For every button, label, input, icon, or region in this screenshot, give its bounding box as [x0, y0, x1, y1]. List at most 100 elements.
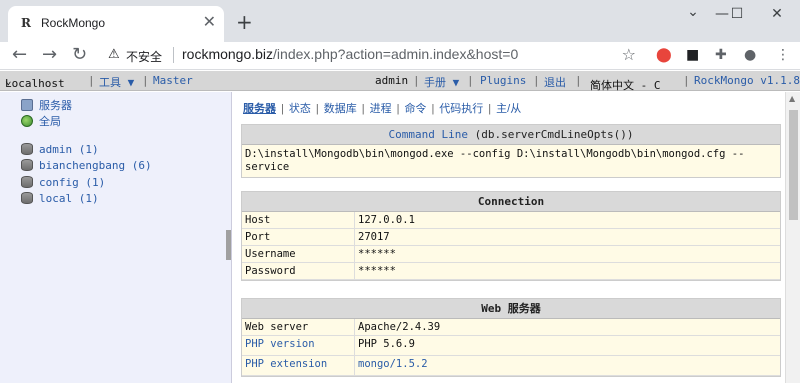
tab-status[interactable]: 状态 — [289, 103, 311, 115]
row-key: Host — [242, 212, 355, 228]
command-line-value: D:\install\Mongodb\bin\mongod.exe --conf… — [242, 145, 780, 177]
row-key: Web server — [242, 319, 355, 335]
database-icon — [21, 192, 33, 204]
reload-icon[interactable]: ↻ — [72, 45, 87, 65]
url-path: /index.php?action=admin.index&host=0 — [273, 46, 519, 62]
extension-icon[interactable]: ■ — [686, 46, 699, 64]
close-window-icon[interactable]: ✕ — [762, 6, 792, 26]
tab-replication[interactable]: 主/从 — [496, 103, 521, 115]
globe-icon — [21, 115, 33, 127]
mongo-extension-link[interactable]: mongo/1.5.2 — [355, 356, 780, 375]
tab-databases[interactable]: 数据库 — [324, 103, 357, 115]
row-key: Password — [242, 263, 355, 279]
puzzle-extensions-icon[interactable]: ✚ — [715, 46, 727, 64]
separator: | — [88, 74, 95, 87]
server-icon — [21, 99, 33, 111]
separator: | — [281, 103, 284, 115]
manual-menu[interactable]: 手册 ▼ — [424, 74, 459, 90]
scrollbar-thumb[interactable] — [789, 110, 798, 220]
maximize-icon[interactable]: ☐ — [722, 6, 752, 26]
tab-command[interactable]: 命令 — [404, 103, 426, 115]
warning-icon[interactable]: ⚠ — [108, 47, 120, 62]
separator: | — [142, 74, 149, 87]
separator: | — [467, 74, 474, 87]
row-key: Username — [242, 246, 355, 262]
location-extension-icon[interactable]: ⬤ — [656, 46, 672, 64]
database-icon — [21, 159, 33, 171]
sidebar-item-overview[interactable]: 全局 — [21, 113, 61, 128]
command-line-value-line: D:\install\Mongodb\bin\mongod.exe --conf… — [245, 148, 745, 160]
tools-menu[interactable]: 工具 ▼ — [99, 74, 134, 90]
new-tab-icon[interactable]: + — [236, 12, 253, 32]
forward-icon[interactable]: → — [42, 45, 57, 65]
row-value: ****** — [358, 265, 396, 277]
separator: | — [396, 103, 400, 115]
row-value: 127.0.0.1 — [358, 214, 415, 226]
scroll-up-icon[interactable]: ▲ — [789, 94, 795, 103]
logout-link[interactable]: 退出 — [544, 74, 566, 90]
host-selector[interactable]: Localhost ⌄ — [5, 74, 65, 90]
tab-title: RockMongo — [41, 16, 106, 30]
browser-tab[interactable]: R RockMongo ✕ — [8, 6, 224, 42]
sidebar-item-label: admin (1) — [39, 143, 99, 156]
row-value: ****** — [358, 248, 396, 260]
browser-tabstrip: R RockMongo ✕ + ⌄ — ☐ ✕ — [0, 0, 800, 42]
sidebar-item-label: config (1) — [39, 176, 106, 189]
sidebar-item-db-config[interactable]: config (1) — [21, 176, 105, 190]
row-key: Port — [242, 229, 355, 245]
panel-resize-handle[interactable] — [226, 230, 231, 260]
main-content: 服务器 | 状态 | 数据库 | 进程 | 命令 | 代码执行 | 主/从 Command Line (… — [233, 92, 785, 383]
host-label: Localhost — [5, 77, 65, 90]
favicon-icon: R — [21, 16, 31, 30]
tab-processes[interactable]: 进程 — [370, 103, 392, 115]
table-row: Port 27017 — [242, 229, 780, 246]
tab-server[interactable]: 服务器 — [243, 103, 276, 115]
sidebar-item-db-admin[interactable]: admin (1) — [21, 143, 99, 157]
connection-section: Connection Host 127.0.0.1 Port 27017 Usern… — [241, 191, 781, 281]
chevron-down-icon[interactable]: ⌄ — [678, 4, 708, 24]
close-tab-icon[interactable]: ✕ — [203, 14, 216, 30]
table-row: Host 127.0.0.1 — [242, 212, 780, 229]
language-select[interactable]: 简体中文 - C ⌄ — [590, 74, 661, 92]
url-text[interactable]: rockmongo.biz/index.php?action=admin.ind… — [182, 46, 518, 62]
section-header: Command Line (db.serverCmdLineOpts()) — [242, 125, 780, 145]
sidebar-item-label: 全局 — [39, 116, 61, 128]
address-divider — [173, 47, 174, 63]
sidebar: 服务器 全局 admin (1) bianchengbang (6) confi… — [0, 92, 232, 383]
command-line-value-line: service — [245, 161, 290, 173]
table-row: Web server Apache/2.4.39 — [242, 319, 780, 336]
url-host: rockmongo.biz — [182, 46, 274, 62]
sidebar-item-label: local (1) — [39, 192, 99, 205]
tab-execute[interactable]: 代码执行 — [439, 103, 483, 115]
section-header: Web 服务器 — [242, 299, 780, 319]
insecure-label[interactable]: 不安全 — [126, 48, 162, 65]
web-server-section: Web 服务器 Web server Apache/2.4.39 PHP vers… — [241, 298, 781, 377]
server-subnav: 服务器 | 状态 | 数据库 | 进程 | 命令 | 代码执行 | 主/从 — [243, 100, 521, 116]
sidebar-item-db-local[interactable]: local (1) — [21, 192, 99, 206]
command-line-section: Command Line (db.serverCmdLineOpts()) D:… — [241, 124, 781, 178]
database-icon — [21, 143, 33, 155]
php-extension-link[interactable]: PHP extension — [242, 356, 355, 375]
separator: | — [431, 103, 435, 115]
separator: | — [315, 103, 319, 115]
browser-toolbar: ← → ↻ ⚠ 不安全 rockmongo.biz/index.php?acti… — [0, 42, 800, 70]
bookmark-star-icon[interactable]: ☆ — [622, 45, 636, 64]
sidebar-item-label: 服务器 — [39, 100, 72, 112]
back-icon[interactable]: ← — [12, 45, 27, 65]
sidebar-item-label: bianchengbang (6) — [39, 159, 152, 172]
row-value: Apache/2.4.39 — [358, 321, 441, 333]
separator: | — [413, 74, 420, 87]
separator: | — [683, 74, 690, 87]
sidebar-item-db-bianchengbang[interactable]: bianchengbang (6) — [21, 159, 152, 173]
profile-icon[interactable]: ● — [744, 46, 756, 64]
menu-kebab-icon[interactable]: ⋮ — [776, 46, 790, 64]
page-scrollbar[interactable]: ▲ — [785, 92, 800, 383]
section-header: Connection — [242, 192, 780, 212]
master-link[interactable]: Master — [153, 74, 193, 87]
sidebar-item-server[interactable]: 服务器 — [21, 97, 72, 112]
plugins-link[interactable]: Plugins — [480, 74, 526, 87]
address-bar[interactable]: ⚠ 不安全 rockmongo.biz/index.php?action=adm… — [100, 43, 646, 69]
version-link[interactable]: RockMongo v1.1.8 — [694, 74, 800, 87]
command-line-link[interactable]: Command Line — [388, 128, 467, 141]
php-version-link[interactable]: PHP version — [242, 336, 355, 355]
